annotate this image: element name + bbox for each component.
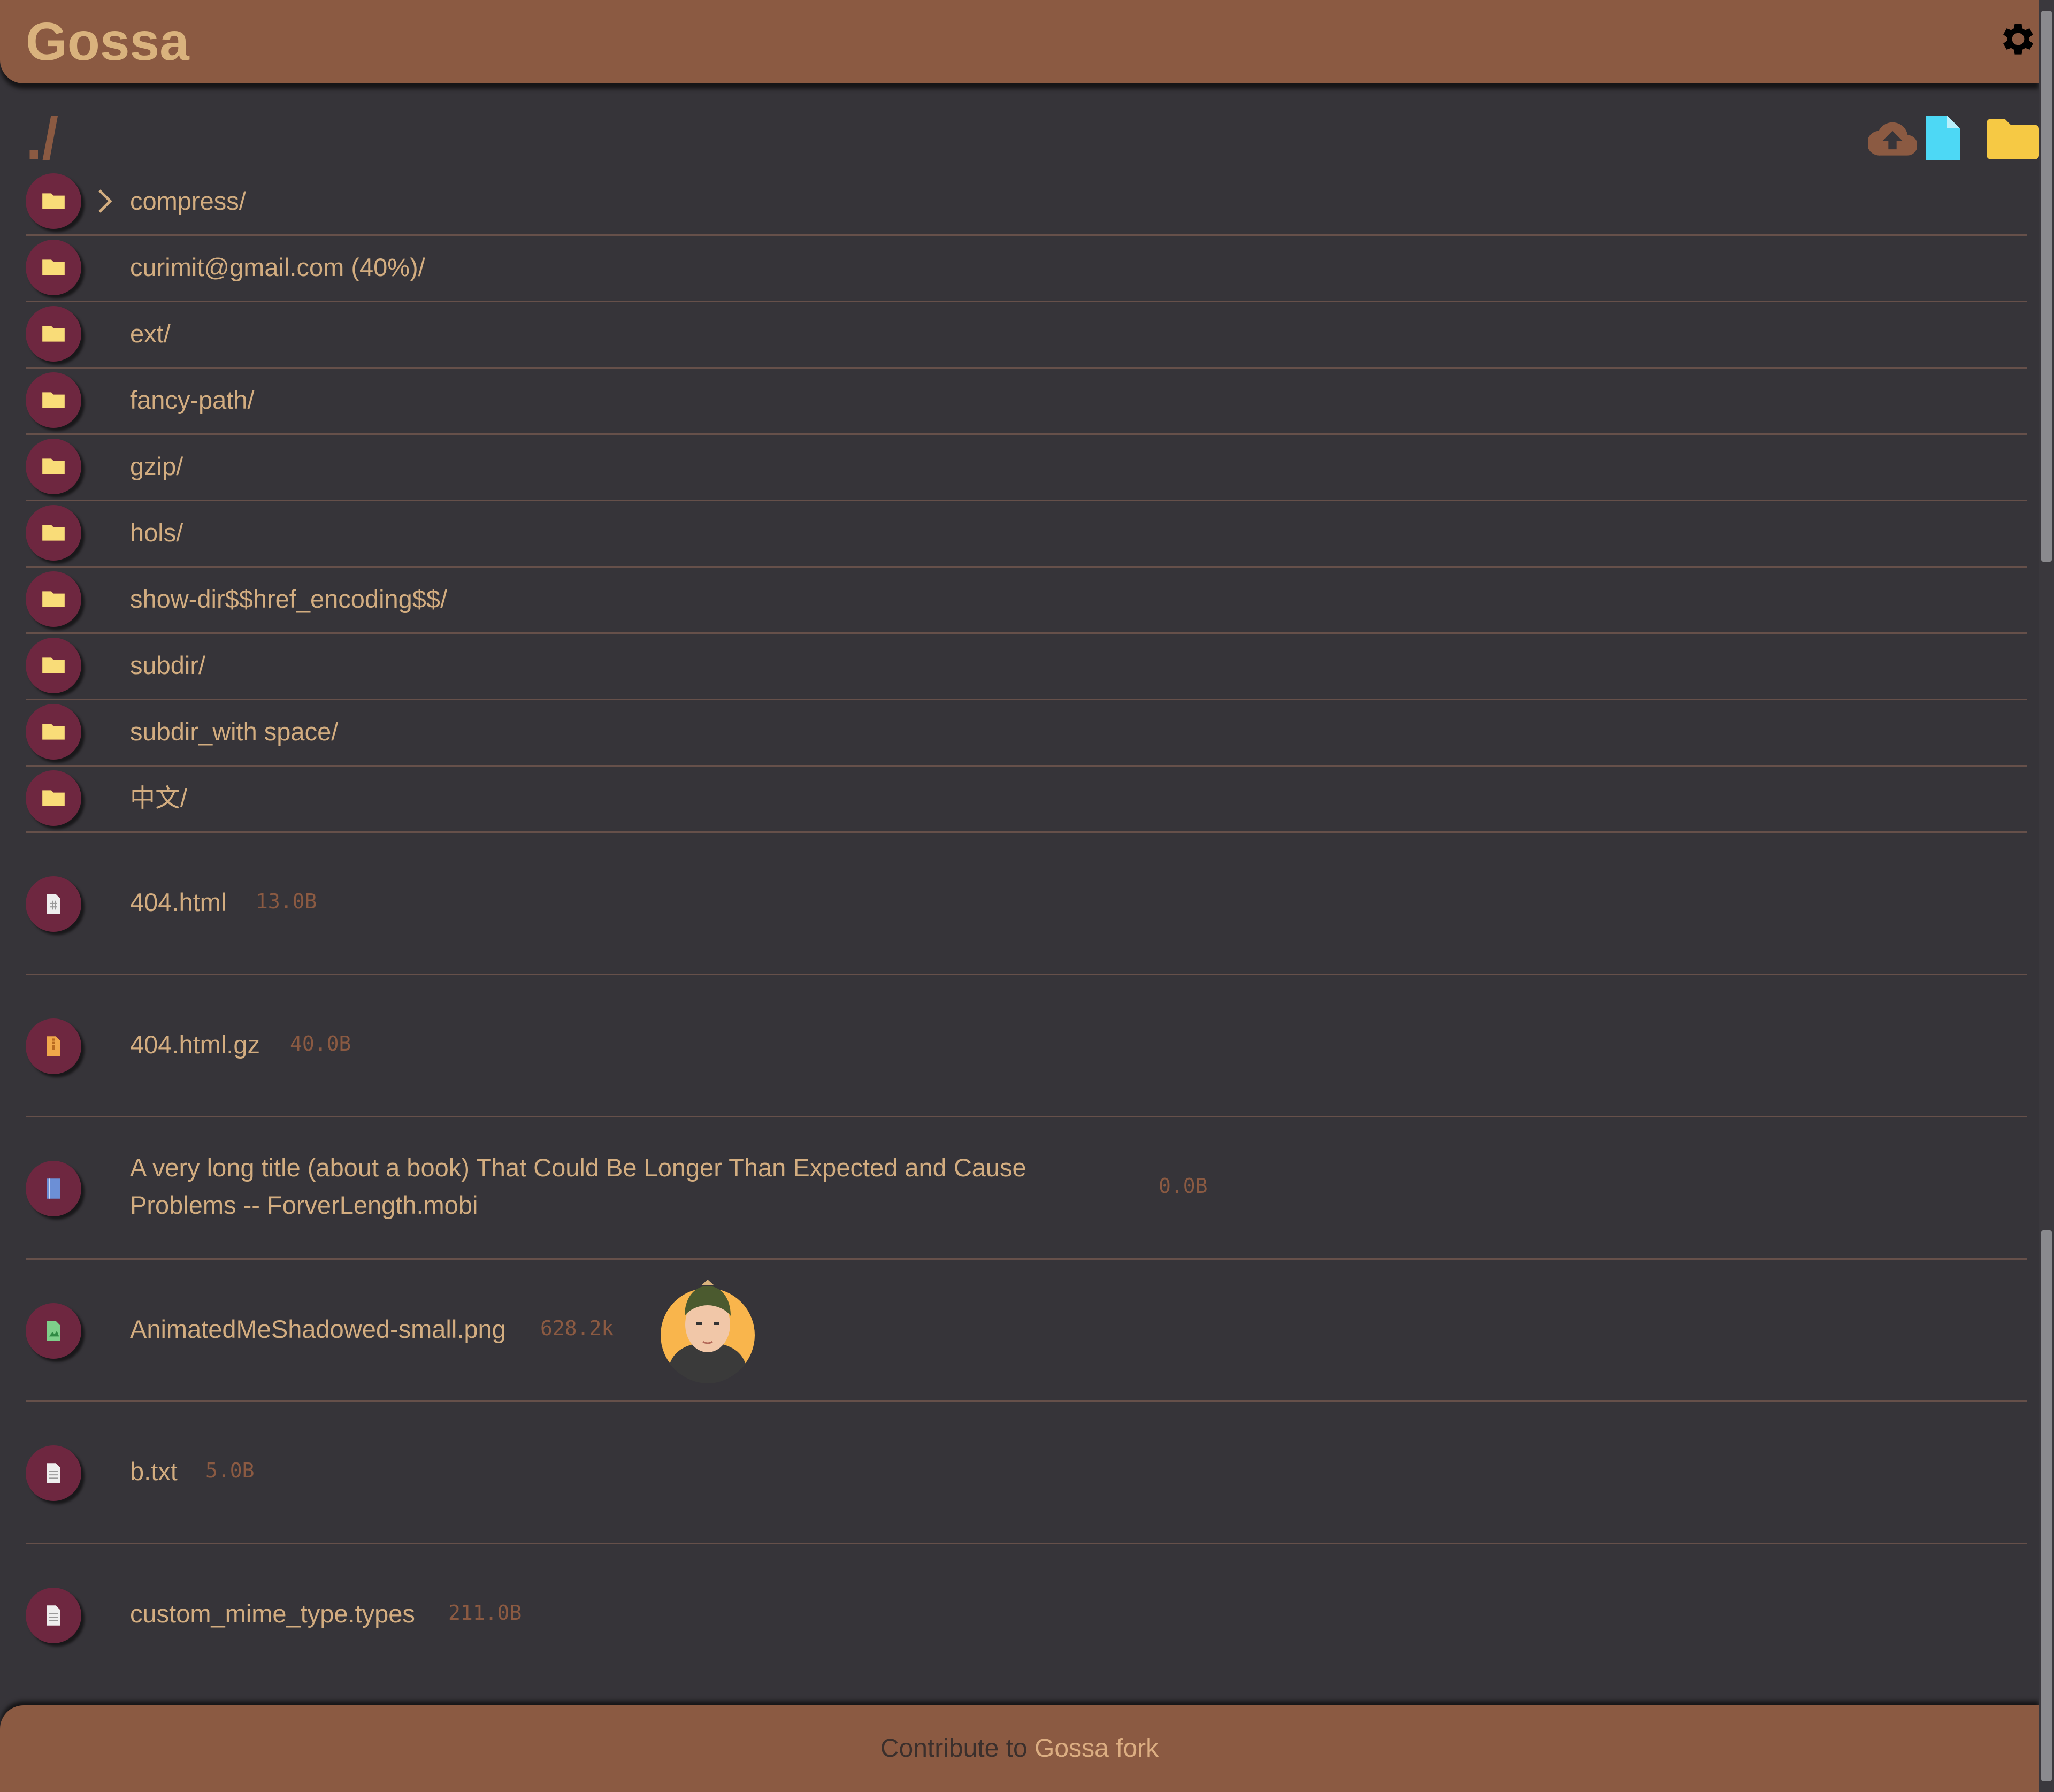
text-file-icon[interactable] xyxy=(26,1588,81,1643)
list-item[interactable]: show-dir$$href_encoding$$/ xyxy=(26,566,2027,634)
current-path: ./ xyxy=(26,106,59,172)
folder-icon[interactable] xyxy=(26,770,81,826)
footer-link[interactable]: Gossa fork xyxy=(1034,1734,1159,1763)
list-item[interactable]: compress/ xyxy=(26,168,2027,236)
image-file-icon[interactable] xyxy=(26,1303,81,1359)
folder-icon[interactable] xyxy=(26,439,81,494)
chevron-right-icon[interactable] xyxy=(94,188,116,215)
footer: Contribute to Gossa fork xyxy=(0,1705,2039,1792)
file-size: 0.0B xyxy=(1159,1174,1208,1198)
footer-text: Contribute to xyxy=(880,1734,1035,1763)
avatar-thumbnail[interactable] xyxy=(659,1273,756,1385)
folder-icon[interactable] xyxy=(26,240,81,295)
dir-link[interactable]: hols/ xyxy=(130,514,183,552)
ebook-file-icon[interactable] xyxy=(26,1161,81,1216)
dir-link[interactable]: curimit@gmail.com (40%)/ xyxy=(130,249,425,286)
folder-icon[interactable] xyxy=(26,306,81,362)
archive-file-icon[interactable] xyxy=(26,1018,81,1074)
file-link[interactable]: 404.html xyxy=(130,884,226,921)
scrollbar[interactable] xyxy=(2039,0,2054,1792)
file-link[interactable]: A very long title (about a book) That Co… xyxy=(130,1149,1026,1186)
dir-link[interactable]: subdir_with space/ xyxy=(130,713,338,751)
dir-link[interactable]: gzip/ xyxy=(130,448,183,485)
scrollbar-thumb-top[interactable] xyxy=(2041,11,2052,562)
dir-link[interactable]: 中文/ xyxy=(130,779,187,817)
file-size: 5.0B xyxy=(205,1459,255,1482)
toolbar xyxy=(1868,113,2039,167)
list-item[interactable]: hols/ xyxy=(26,500,2027,568)
list-item[interactable]: fancy-path/ xyxy=(26,367,2027,435)
list-item[interactable]: curimit@gmail.com (40%)/ xyxy=(26,234,2027,302)
list-item[interactable]: gzip/ xyxy=(26,433,2027,501)
dir-link[interactable]: show-dir$$href_encoding$$/ xyxy=(130,580,447,618)
folder-icon[interactable] xyxy=(26,571,81,627)
file-size: 13.0B xyxy=(256,890,317,913)
folder-icon[interactable] xyxy=(26,638,81,693)
list-item[interactable]: ext/ xyxy=(26,301,2027,369)
gossa-app: Gossa ./ compress/ curimit@gmail.com (40… xyxy=(0,0,2039,1792)
cloud-upload-icon[interactable] xyxy=(1868,118,1917,160)
file-link-line2[interactable]: Problems -- ForverLength.mobi xyxy=(130,1186,478,1224)
list-item[interactable]: custom_mime_type.types 211.0B xyxy=(26,1543,2027,1685)
file-link[interactable]: AnimatedMeShadowed-small.png xyxy=(130,1311,506,1348)
dir-link[interactable]: fancy-path/ xyxy=(130,381,255,419)
list-item[interactable]: AnimatedMeShadowed-small.png 628.2k xyxy=(26,1258,2027,1402)
file-link[interactable]: 404.html.gz xyxy=(130,1026,260,1063)
file-link[interactable]: custom_mime_type.types xyxy=(130,1595,415,1633)
list-item[interactable]: b.txt 5.0B xyxy=(26,1400,2027,1544)
folder-icon[interactable] xyxy=(26,505,81,561)
list-item[interactable]: A very long title (about a book) That Co… xyxy=(26,1116,2027,1260)
folder-icon[interactable] xyxy=(26,173,81,229)
list-item[interactable]: 404.html.gz 40.0B xyxy=(26,974,2027,1117)
folder-icon[interactable] xyxy=(26,704,81,760)
new-file-icon[interactable] xyxy=(1926,116,1960,160)
list-item[interactable]: 404.html 13.0B xyxy=(26,831,2027,975)
file-size: 40.0B xyxy=(290,1032,351,1055)
file-size: 211.0B xyxy=(448,1601,522,1625)
app-title[interactable]: Gossa xyxy=(26,10,189,74)
dir-link[interactable]: compress/ xyxy=(130,182,246,220)
scrollbar-thumb-bottom[interactable] xyxy=(2041,1230,2052,1781)
gear-icon[interactable] xyxy=(1997,18,2039,60)
file-size: 628.2k xyxy=(540,1316,614,1340)
html-file-icon[interactable] xyxy=(26,876,81,932)
folder-icon[interactable] xyxy=(26,372,81,428)
list-item[interactable]: 中文/ xyxy=(26,765,2027,833)
header-bar: Gossa xyxy=(0,0,2039,83)
dir-link[interactable]: subdir/ xyxy=(130,647,205,684)
text-file-icon[interactable] xyxy=(26,1445,81,1501)
file-link[interactable]: b.txt xyxy=(130,1453,178,1490)
new-folder-icon[interactable] xyxy=(1987,119,2039,159)
dir-link[interactable]: ext/ xyxy=(130,315,171,353)
list-item[interactable]: subdir_with space/ xyxy=(26,699,2027,767)
list-item[interactable]: subdir/ xyxy=(26,632,2027,700)
